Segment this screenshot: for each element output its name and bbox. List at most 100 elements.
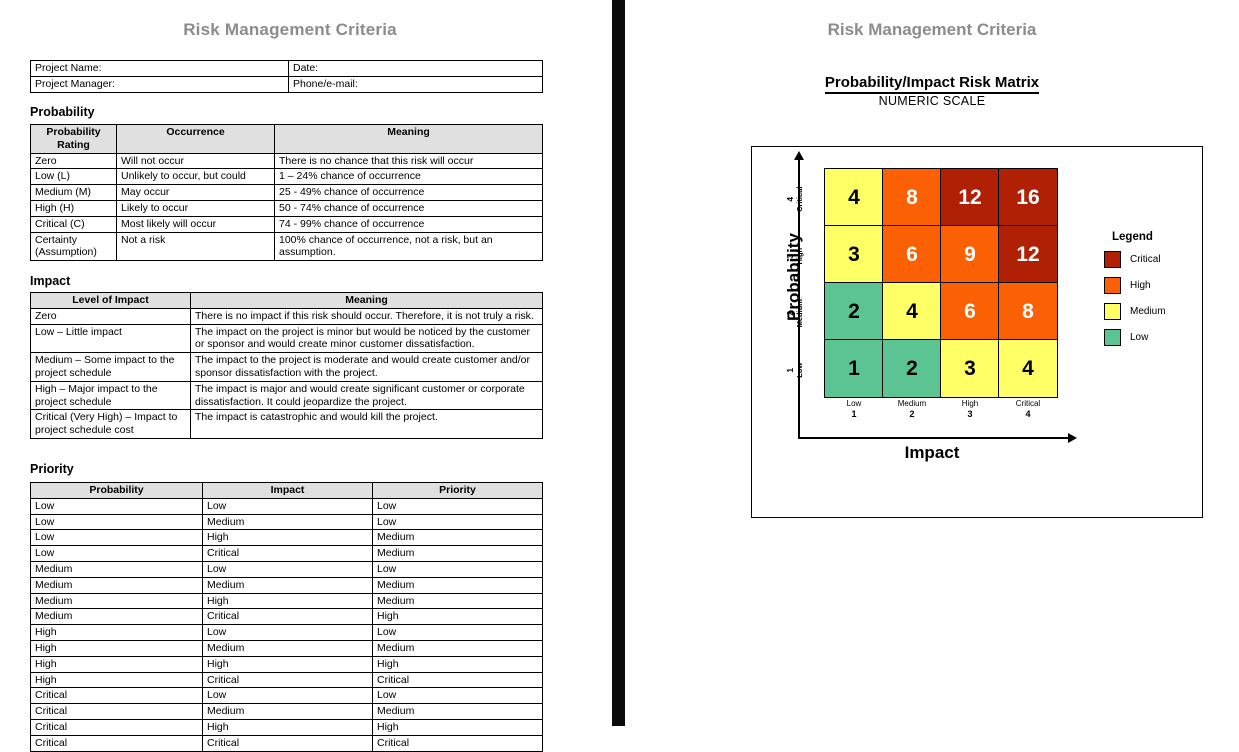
column-header: Probability (30, 482, 203, 499)
probability-cell: Most likely will occur (116, 215, 275, 233)
legend-item: Critical (1104, 251, 1214, 268)
matrix-cell-critical: 12 (940, 168, 1000, 227)
project-info-cell: Date: (288, 60, 543, 77)
probability-cell: Critical (C) (30, 215, 117, 233)
priority-cell: Low (30, 513, 203, 531)
column-header: Meaning (274, 124, 543, 154)
impact-cell: There is no impact if this risk should o… (190, 307, 543, 325)
table-row: Critical Low Low (30, 687, 543, 705)
legend-swatch-medium (1104, 303, 1121, 320)
probability-cell: 50 - 74% chance of occurrence (274, 199, 543, 217)
priority-cell: High (202, 655, 373, 673)
priority-cell: Critical (30, 718, 203, 736)
matrix-cell-medium: 3 (824, 225, 884, 284)
priority-cell: High (30, 639, 203, 657)
probability-cell: Likely to occur (116, 199, 275, 217)
table-row: Medium Medium Medium (30, 576, 543, 594)
table-row: High (H) Likely to occur 50 - 74% chance o… (30, 199, 543, 217)
priority-cell: Low (202, 687, 373, 705)
matrix-cell-high: 6 (882, 225, 942, 284)
priority-table: Probability Impact Priority Low Low Low Low Me… (30, 482, 543, 752)
matrix-subtitle: NUMERIC SCALE (878, 94, 986, 108)
document-page: Risk Management Criteria Project Name: Da… (0, 0, 1239, 752)
page-title-right: Risk Management Criteria (827, 20, 1037, 39)
table-row: Medium Low Low (30, 560, 543, 578)
probability-cell: Not a risk (116, 231, 275, 262)
priority-cell: Critical (30, 687, 203, 705)
priority-cell: High (30, 671, 203, 689)
column-header: Probability Rating (30, 124, 117, 154)
priority-cell: Low (372, 624, 543, 641)
priority-cell: Critical (372, 734, 543, 752)
impact-section-label: Impact (30, 274, 71, 288)
legend-item: Medium (1104, 303, 1214, 320)
page-divider (612, 0, 625, 726)
matrix-cell-low: 1 (824, 339, 884, 398)
x-axis-tick: High 3 (961, 399, 979, 420)
priority-cell: Medium (30, 608, 203, 626)
project-info-table: Project Name: Date: Project Manager: Phone/… (30, 60, 543, 93)
priority-cell: High (372, 655, 543, 673)
x-axis-tick: Medium 2 (897, 399, 927, 420)
table-row: Critical Medium Medium (30, 703, 543, 720)
legend-swatch-critical (1104, 251, 1121, 268)
table-row: Medium – Some impact to the project sche… (30, 352, 543, 382)
priority-cell: High (30, 655, 203, 673)
matrix-cell-high: 9 (940, 225, 1000, 284)
priority-cell: Critical (202, 671, 373, 689)
x-axis-line (798, 437, 1070, 439)
priority-cell: Medium (202, 576, 373, 594)
matrix-cell-critical: 12 (998, 225, 1058, 284)
impact-cell: Zero (30, 307, 191, 325)
table-row: High – Major impact to the project sched… (30, 380, 543, 411)
priority-cell: Medium (30, 592, 203, 610)
impact-cell: The impact is major and would create sig… (190, 380, 543, 411)
x-axis-arrow-icon (1068, 432, 1077, 443)
table-row: Critical (C) Most likely will occur 74 - 9… (30, 215, 543, 233)
impact-cell: The impact on the project is minor but w… (190, 323, 543, 354)
impact-cell: The impact is catastrophic and would kil… (190, 409, 543, 439)
probability-table: Probability Rating Occurrence Meaning Zero… (30, 124, 543, 262)
priority-cell: Low (372, 687, 543, 705)
priority-cell: High (372, 718, 543, 736)
priority-cell: Medium (372, 529, 543, 547)
table-row: Critical Critical Critical (30, 734, 543, 752)
priority-cell: Critical (372, 671, 543, 689)
risk-matrix-chart: Probability Impact 4 Critical 3 High 2 Medium… (751, 146, 1203, 518)
table-row: Low (L) Unlikely to occur, but could 1 – 2… (30, 168, 543, 186)
column-header: Meaning (190, 292, 543, 309)
matrix-cell-grid: 4 8 12 16 3 6 9 12 2 4 6 8 1 2 3 4 (824, 168, 1058, 398)
priority-cell: Low (372, 560, 543, 578)
x-axis-tick: Critical 4 (1015, 399, 1041, 420)
priority-cell: Medium (372, 703, 543, 720)
matrix-title-text: Probability/Impact Risk Matrix (824, 74, 1040, 94)
table-row: Low Medium Low (30, 513, 543, 531)
priority-cell: High (202, 718, 373, 736)
legend-item: Low (1104, 329, 1214, 346)
legend-title: Legend (1112, 231, 1153, 243)
table-row: Low – Little impact The impact on the pro… (30, 323, 543, 354)
probability-cell: 25 - 49% chance of occurrence (274, 184, 543, 201)
table-row: High Critical Critical (30, 671, 543, 689)
priority-cell: Low (202, 560, 373, 578)
legend-label: Medium (1130, 306, 1166, 317)
y-axis-tick: 4 Critical (784, 186, 804, 212)
right-page: Risk Management Criteria Probability/Imp… (625, 0, 1239, 726)
priority-cell: Critical (202, 545, 373, 562)
table-row: High Low Low (30, 624, 543, 641)
priority-cell: Medium (372, 639, 543, 657)
legend-swatch-high (1104, 277, 1121, 294)
priority-cell: High (202, 529, 373, 547)
legend: Legend Critical High Medium Low (1104, 231, 1214, 355)
priority-cell: Medium (30, 576, 203, 594)
matrix-title: Probability/Impact Risk Matrix (625, 74, 1239, 94)
table-row: Medium High Medium (30, 592, 543, 610)
table-row: Critical High High (30, 718, 543, 736)
project-info-cell: Project Name: (30, 60, 289, 77)
priority-cell: High (202, 592, 373, 610)
priority-cell: Critical (30, 734, 203, 752)
y-axis-tick: 1 Low (784, 362, 804, 378)
page-title-left: Risk Management Criteria (183, 20, 397, 39)
y-axis-tick: 2 Medium (784, 299, 804, 328)
priority-section-label: Priority (30, 462, 74, 476)
